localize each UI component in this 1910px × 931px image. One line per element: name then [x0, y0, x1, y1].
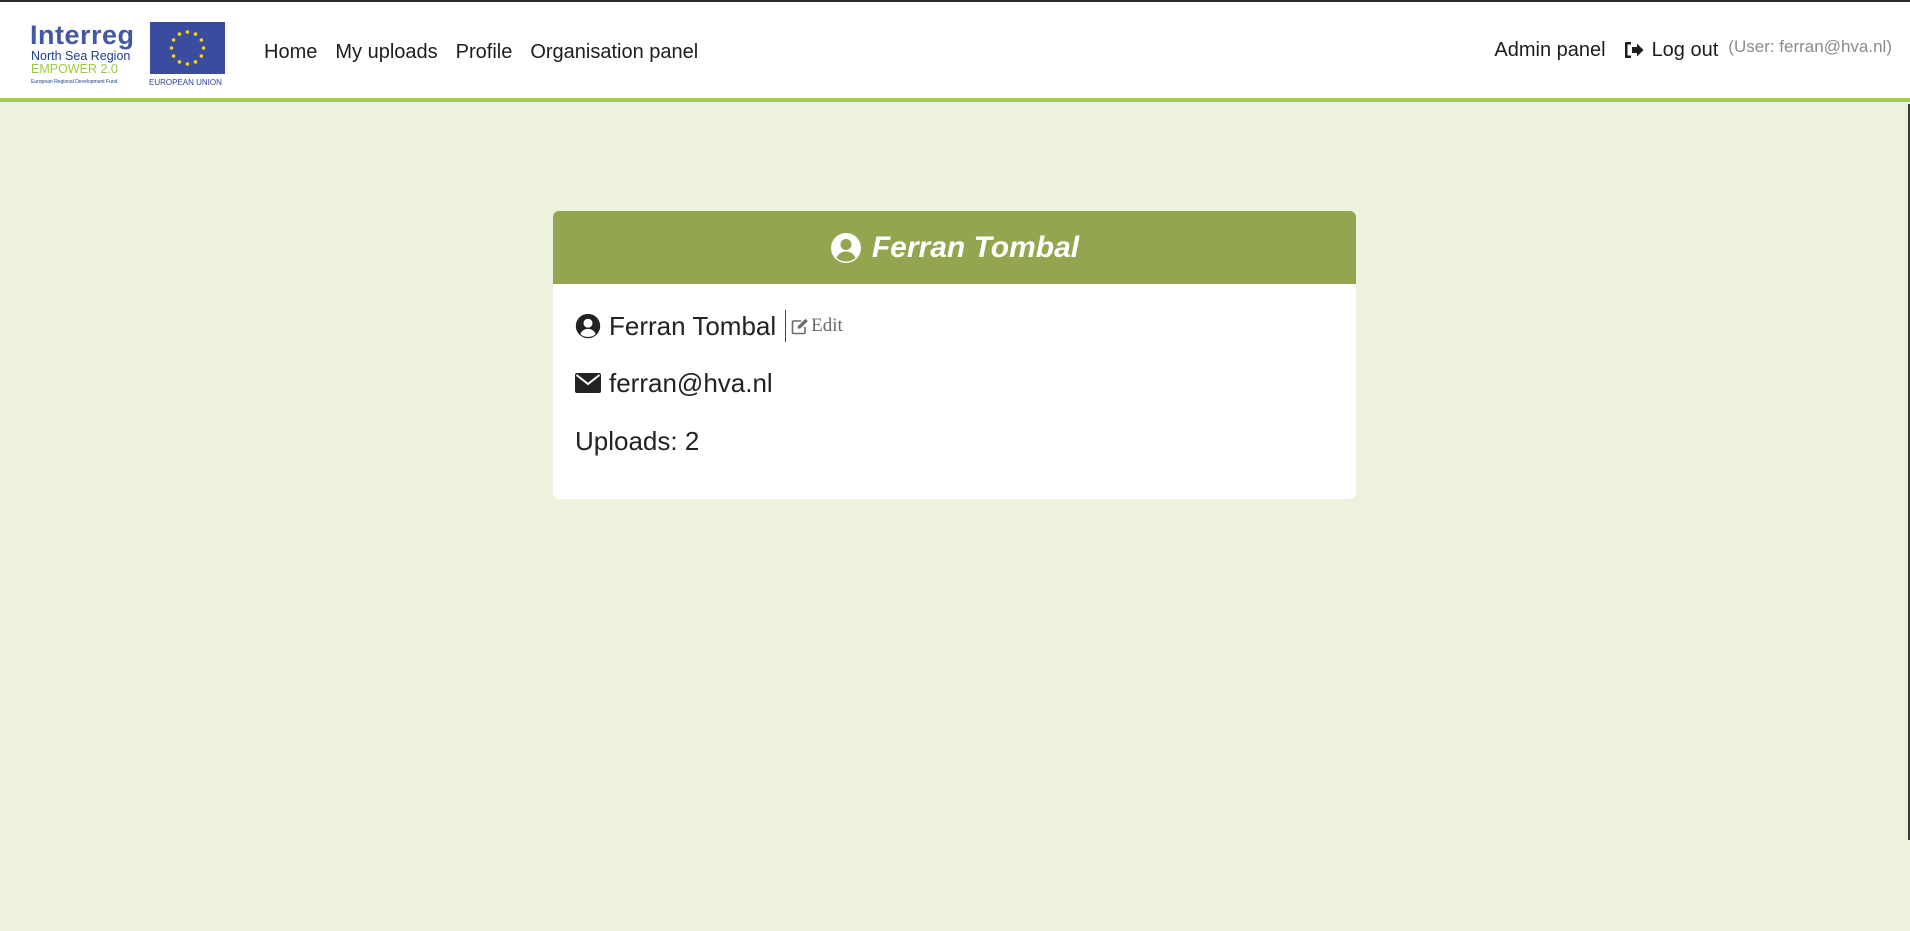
name-divider: [785, 310, 787, 342]
eu-flag-icon: [150, 22, 225, 74]
logo-fund: European Regional Development Fund: [31, 79, 118, 85]
profile-card: Ferran Tombal Ferran Tombal Edit ferran@…: [553, 211, 1356, 499]
logo-title: Interreg: [30, 20, 135, 50]
profile-name-row: Ferran Tombal Edit: [575, 310, 843, 342]
edit-label: Edit: [811, 315, 843, 336]
envelope-icon: [575, 373, 601, 393]
interreg-logo[interactable]: Interreg North Sea Region EMPOWER 2.0 Eu…: [30, 20, 226, 88]
profile-email: ferran@hva.nl: [609, 368, 773, 398]
edit-name-button[interactable]: Edit: [791, 315, 843, 337]
nav-admin-panel[interactable]: Admin panel: [1494, 38, 1605, 62]
user-circle-icon: [830, 232, 861, 263]
profile-card-header: Ferran Tombal: [553, 211, 1356, 284]
edit-icon: [791, 318, 808, 334]
top-navbar: Interreg North Sea Region EMPOWER 2.0 Eu…: [0, 2, 1910, 102]
main-nav: Home My uploads Profile Organisation pan…: [264, 40, 716, 64]
profile-name: Ferran Tombal: [609, 311, 777, 341]
profile-uploads-count: Uploads: 2: [575, 426, 700, 456]
logout-label: Log out: [1651, 39, 1719, 61]
logo-region: North Sea Region: [31, 49, 131, 63]
user-circle-icon: [575, 313, 601, 339]
profile-header-name: Ferran Tombal: [871, 230, 1080, 264]
logo-text: Interreg North Sea Region EMPOWER 2.0 Eu…: [30, 20, 142, 88]
nav-profile[interactable]: Profile: [456, 40, 513, 64]
current-user-info: (User: ferran@hva.nl): [1728, 37, 1892, 56]
logo-project: EMPOWER 2.0: [31, 62, 118, 76]
eu-label: EUROPEAN UNION: [149, 78, 222, 87]
profile-email-row: ferran@hva.nl: [575, 368, 773, 398]
sign-out-icon: [1624, 42, 1644, 58]
nav-my-uploads[interactable]: My uploads: [335, 40, 437, 64]
user-nav: Admin panel Log out (User: ferran@hva.nl…: [1494, 37, 1892, 62]
nav-organisation-panel[interactable]: Organisation panel: [530, 40, 698, 64]
nav-home[interactable]: Home: [264, 40, 317, 64]
logout-link[interactable]: Log out: [1624, 38, 1719, 62]
